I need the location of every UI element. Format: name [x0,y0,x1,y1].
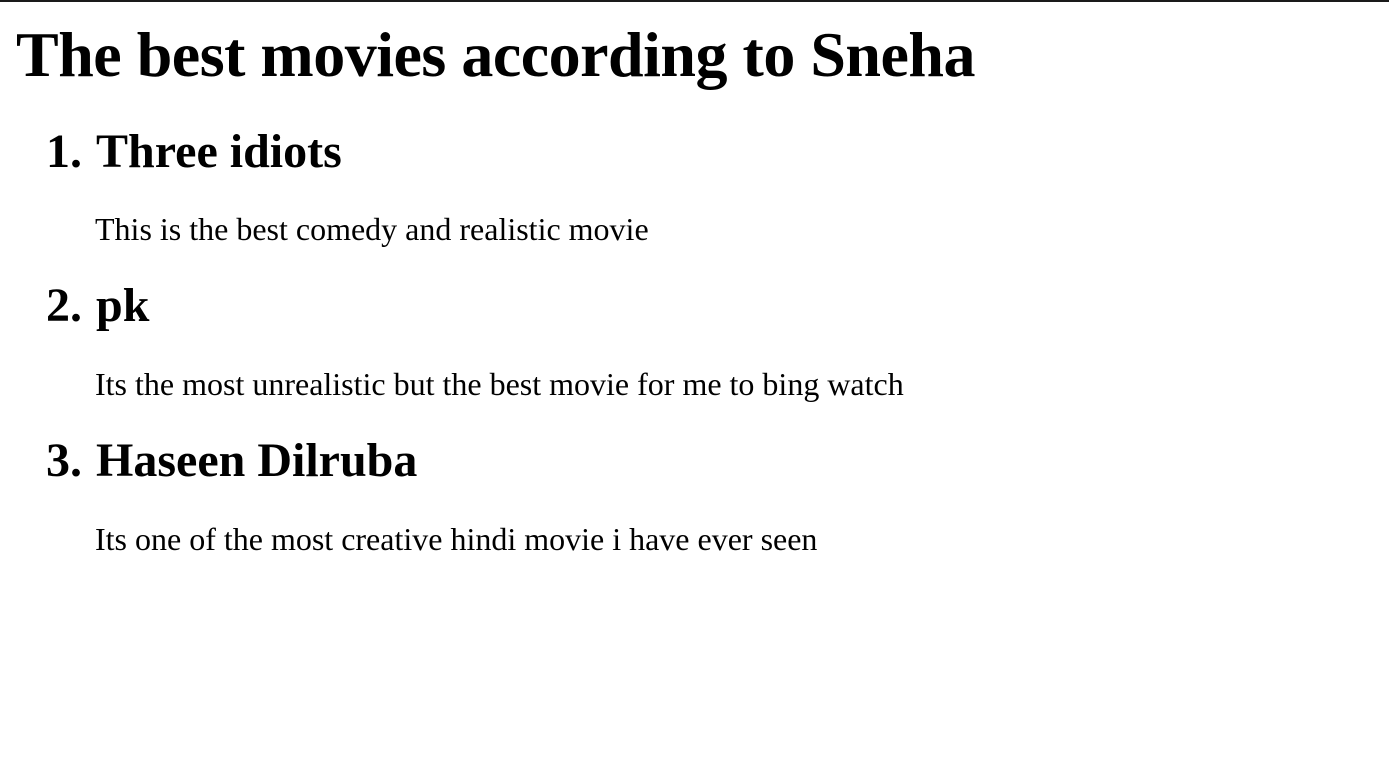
page-content: The best movies according to Sneha 1. Th… [16,0,1389,558]
movie-list: 1. Three idiots This is the best comedy … [16,124,1389,558]
movie-heading: 2. pk [16,278,1389,334]
movie-heading: 1. Three idiots [16,124,1389,180]
movie-number: 3. [46,434,82,487]
movie-description: Its one of the most creative hindi movie… [95,521,818,557]
movie-name: Haseen Dilruba [96,434,418,487]
page-title: The best movies according to Sneha [16,19,976,90]
movie-heading: 3. Haseen Dilruba [16,433,1389,489]
movie-number: 1. [46,125,82,178]
list-item: 3. Haseen Dilruba Its one of the most cr… [16,433,1389,558]
movie-description: This is the best comedy and realistic mo… [95,211,649,247]
movie-number: 2. [46,279,82,332]
list-item: 1. Three idiots This is the best comedy … [16,124,1389,248]
movie-description: Its the most unrealistic but the best mo… [95,366,904,402]
list-item: 2. pk Its the most unrealistic but the b… [16,278,1389,403]
movie-name: pk [96,279,150,332]
movie-name: Three idiots [96,125,342,178]
